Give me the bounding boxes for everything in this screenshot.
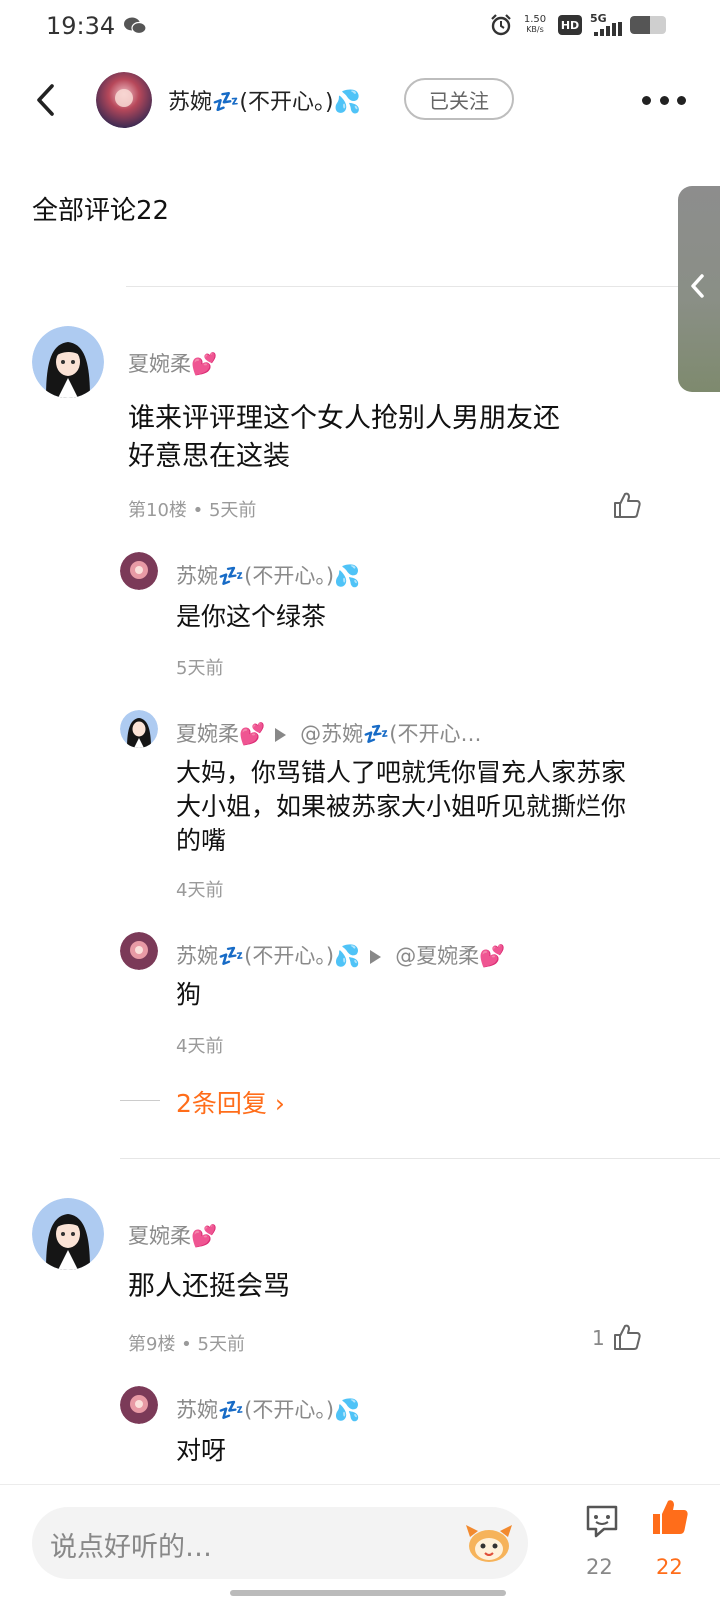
thumbs-up-icon[interactable] — [612, 1322, 642, 1352]
reply-username: 苏婉💤(不开心。)💦 @夏婉柔💕 — [176, 944, 506, 968]
reply-username: 夏婉柔💕 @苏婉💤(不开心… — [176, 722, 482, 746]
more-replies-link[interactable]: 2条回复 › — [176, 1084, 285, 1120]
alarm-icon — [491, 14, 511, 36]
follow-button[interactable]: 已关注 — [404, 78, 514, 120]
reply-time: 4天前 — [176, 880, 224, 901]
avatar[interactable] — [120, 710, 158, 748]
avatar[interactable] — [32, 1198, 104, 1270]
divider — [120, 1158, 720, 1159]
comment-count: 22 — [586, 1555, 613, 1579]
status-time: 19:34 — [46, 12, 116, 40]
comment-meta: 第10楼 • 5天前 — [128, 500, 257, 521]
reply-time: 5天前 — [176, 658, 224, 679]
like-count: 22 — [656, 1555, 683, 1579]
top-nav: 苏婉💤(不开心。)💦 已关注 — [0, 62, 720, 138]
page-title: 全部评论22 — [32, 196, 170, 226]
comment-text: 谁来评评理这个女人抢别人男朋友还 好意思在这装 — [128, 403, 560, 472]
battery-icon — [630, 16, 666, 34]
mascot-icon[interactable] — [464, 1517, 514, 1567]
avatar[interactable] — [120, 1386, 158, 1424]
net-speed: 1.50 KB/s — [523, 14, 547, 35]
comment-input-placeholder: 说点好听的… — [50, 1532, 212, 1563]
thumbs-up-icon[interactable] — [612, 490, 642, 520]
comment-meta: 第9楼 • 5天前 — [128, 1334, 245, 1355]
header-username[interactable]: 苏婉💤(不开心。)💦 — [168, 84, 361, 116]
status-indicators: 1.50 KB/s HD 5G — [490, 12, 666, 36]
bottom-bar: 说点好听的… 22 22 — [0, 1484, 720, 1600]
signal-icon: 5G — [590, 12, 622, 36]
reply-arrow-icon — [275, 728, 287, 742]
reply-time: 4天前 — [176, 1036, 224, 1057]
divider — [120, 1100, 160, 1101]
reply-text: 狗 — [176, 980, 202, 1009]
more-icon[interactable] — [642, 86, 686, 114]
avatar[interactable] — [120, 932, 158, 970]
reply-arrow-icon — [370, 950, 382, 964]
chevron-left-icon — [691, 274, 704, 298]
reply-text: 是你这个绿茶 — [176, 602, 327, 631]
like-count: 1 — [592, 1326, 605, 1350]
comment-username[interactable]: 夏婉柔💕 — [128, 348, 217, 378]
hd-badge: HD — [558, 15, 582, 35]
status-bar: 19:34 1.50 KB/s HD 5G — [0, 0, 720, 56]
reply-username[interactable]: 苏婉💤(不开心。)💦 — [176, 1394, 360, 1424]
back-icon[interactable] — [30, 80, 64, 120]
thumbs-up-icon[interactable] — [650, 1497, 690, 1537]
comment-username[interactable]: 夏婉柔💕 — [128, 1220, 217, 1250]
wechat-icon — [124, 17, 146, 35]
side-drawer-tab[interactable] — [678, 186, 720, 392]
home-indicator[interactable] — [230, 1590, 506, 1596]
avatar[interactable] — [120, 552, 158, 590]
comment-input[interactable]: 说点好听的… — [32, 1507, 528, 1579]
avatar[interactable] — [96, 72, 152, 128]
reply-text: 对呀 — [176, 1436, 227, 1465]
divider — [126, 286, 720, 287]
reply-username[interactable]: 苏婉💤(不开心。)💦 — [176, 560, 360, 590]
reply-text: 大妈，你骂错人了吧就凭你冒充人家苏家 大小姐，如果被苏家大小姐听见就撕烂你 的嘴 — [176, 758, 627, 855]
avatar[interactable] — [32, 326, 104, 398]
comment-text: 那人还挺会骂 — [128, 1271, 290, 1302]
comment-icon[interactable] — [582, 1501, 622, 1541]
